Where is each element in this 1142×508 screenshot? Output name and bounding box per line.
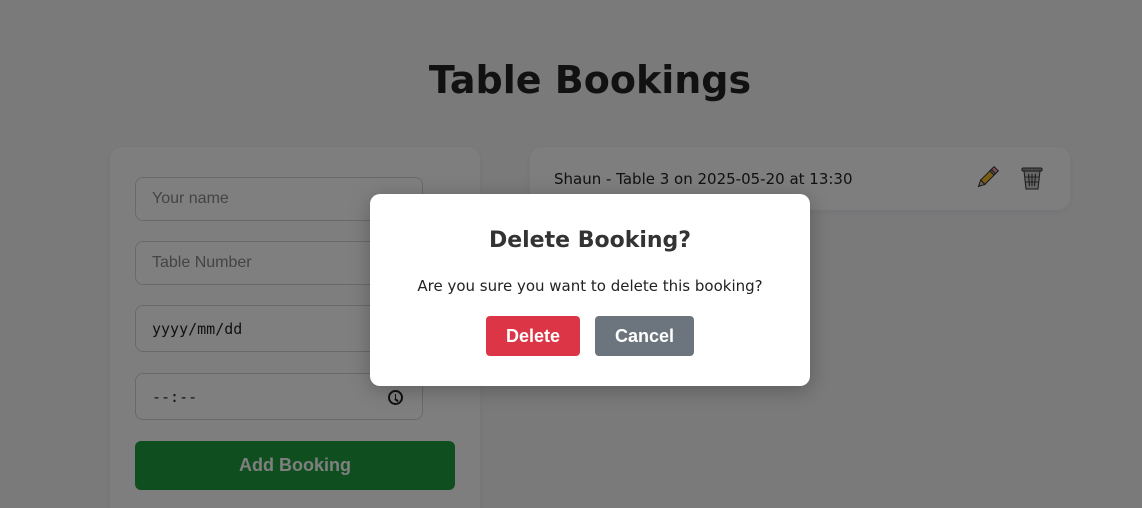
delete-confirmation-dialog: Delete Booking? Are you sure you want to… xyxy=(370,194,810,386)
dialog-message: Are you sure you want to delete this boo… xyxy=(417,277,763,295)
dialog-title: Delete Booking? xyxy=(488,228,692,253)
delete-button[interactable]: Delete xyxy=(486,316,580,356)
cancel-button[interactable]: Cancel xyxy=(595,316,694,356)
